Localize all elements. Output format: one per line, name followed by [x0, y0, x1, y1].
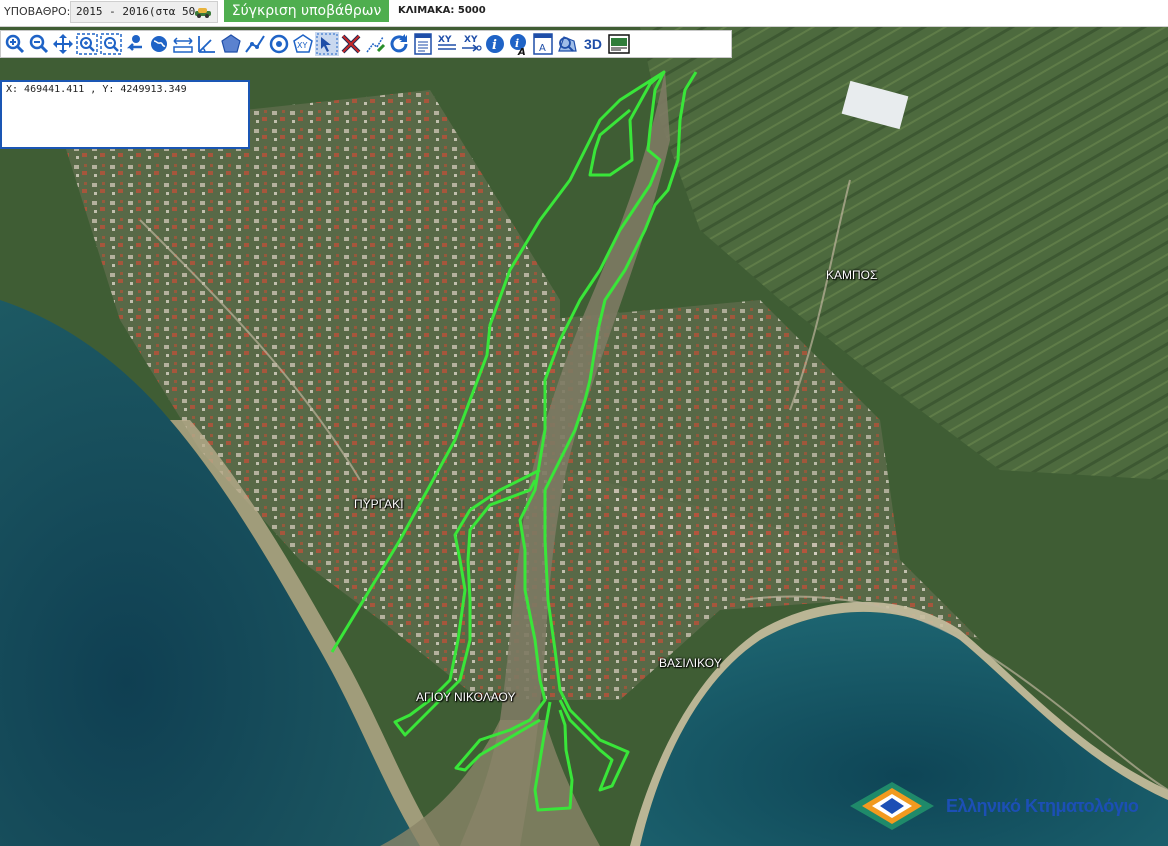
basemap-select-value: 2015 - 2016(στα 50: [76, 5, 196, 18]
clear-icon[interactable]: [339, 32, 363, 56]
map-scale-text: ΚΛΙΜΑΚΑ: 5000: [398, 5, 486, 16]
previous-extent-icon[interactable]: [123, 32, 147, 56]
draw-polyline-icon[interactable]: [243, 32, 267, 56]
edit-line-icon[interactable]: [363, 32, 387, 56]
xy-transform-icon[interactable]: XY: [459, 32, 483, 56]
coordinate-text: X: 469441.411 , Y: 4249913.349: [6, 84, 187, 95]
map-canvas[interactable]: [0, 27, 1168, 846]
zoom-box-in-icon[interactable]: [75, 32, 99, 56]
select-arrow-icon[interactable]: [315, 32, 339, 56]
top-bar: ΥΠΟΒΑΘΡΟ: 2015 - 2016(στα 50 Σύγκριση υπ…: [0, 0, 1168, 27]
svg-text:XY: XY: [438, 35, 452, 45]
place-label-pyrgaki: ΠΥΡΓΑΚΙ: [354, 497, 404, 511]
zoom-in-icon[interactable]: [3, 32, 27, 56]
coordinate-readout: X: 469441.411 , Y: 4249913.349: [0, 80, 250, 149]
full-extent-globe-icon[interactable]: [147, 32, 171, 56]
info-text-icon[interactable]: iA: [507, 32, 531, 56]
xy-goto-icon[interactable]: XY: [435, 32, 459, 56]
info-icon[interactable]: i: [483, 32, 507, 56]
measure-distance-icon[interactable]: [171, 32, 195, 56]
hellenic-cadastre-logo: Ελληνικό Κτηματολόγιο: [842, 776, 1162, 836]
zoom-box-out-icon[interactable]: [99, 32, 123, 56]
basemap-select[interactable]: 2015 - 2016(στα 50: [70, 1, 218, 23]
svg-text:XY: XY: [297, 41, 307, 50]
svg-text:A: A: [539, 43, 546, 54]
compare-basemaps-button[interactable]: Σύγκριση υποβάθρων: [224, 0, 389, 22]
text-tool-label: A: [517, 47, 526, 55]
3d-label: 3D: [584, 36, 602, 52]
3d-icon[interactable]: 3D: [579, 32, 607, 56]
print-map-icon[interactable]: [607, 32, 631, 56]
measure-area-icon[interactable]: [219, 32, 243, 56]
label-icon[interactable]: A: [531, 32, 555, 56]
logo-text: Ελληνικό Κτηματολόγιο: [946, 796, 1139, 816]
svg-text:i: i: [492, 38, 497, 53]
pan-icon[interactable]: [51, 32, 75, 56]
svg-text:XY: XY: [464, 35, 478, 45]
measure-angle-icon[interactable]: [195, 32, 219, 56]
draw-circle-icon[interactable]: [267, 32, 291, 56]
map-toolbar: XY XY XY i iA A 3D: [0, 30, 732, 58]
car-icon: [195, 8, 211, 18]
polygon-search-icon[interactable]: [555, 32, 579, 56]
basemap-label: ΥΠΟΒΑΘΡΟ:: [4, 5, 71, 18]
cadastre-emblem: [850, 782, 934, 830]
place-label-kampos: ΚΑΜΠΟΣ: [826, 268, 878, 282]
xy-polygon-icon[interactable]: XY: [291, 32, 315, 56]
document-icon[interactable]: [411, 32, 435, 56]
refresh-icon[interactable]: [387, 32, 411, 56]
place-label-vasilikou: ΒΑΣΙΛΙΚΟΥ: [659, 656, 722, 670]
place-label-agiou-nikolaou: ΑΓΙΟΥ ΝΙΚΟΛΑΟΥ: [416, 690, 516, 704]
zoom-out-icon[interactable]: [27, 32, 51, 56]
